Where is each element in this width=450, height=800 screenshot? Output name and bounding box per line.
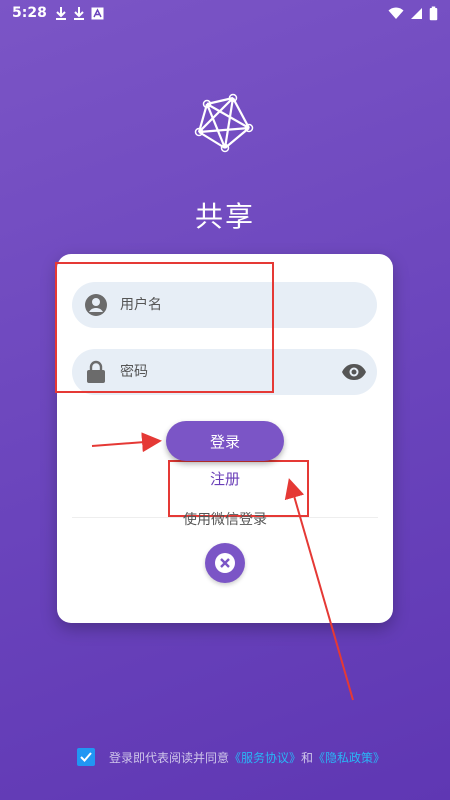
wifi-icon [388, 7, 404, 19]
service-agreement-link[interactable]: 《服务协议》 [229, 749, 301, 766]
eye-icon[interactable] [341, 360, 367, 384]
agreement-row: 登录即代表阅读并同意 《服务协议》 和 《隐私政策》 [77, 747, 437, 767]
check-icon [80, 752, 92, 762]
app-title: 共享 [194, 200, 255, 233]
wechat-login-link[interactable]: 使用微信登录 [150, 509, 300, 529]
status-time: 5:28 [12, 5, 47, 21]
login-button[interactable]: 登录 [166, 421, 284, 461]
agreement-prefix: 登录即代表阅读并同意 [109, 750, 230, 765]
signal-icon [411, 7, 422, 19]
close-icon [215, 553, 235, 573]
agreement-and: 和 [301, 750, 314, 765]
privacy-policy-link[interactable]: 《隐私政策》 [313, 749, 385, 766]
annotation-box-credentials [55, 262, 274, 393]
download-icon [73, 7, 84, 20]
agreement-checkbox[interactable] [77, 748, 95, 766]
network-graph-icon [194, 93, 254, 153]
download-icon [55, 7, 66, 20]
status-right [388, 6, 438, 21]
status-notification-icons [55, 6, 104, 20]
status-bar: 5:28 [0, 0, 450, 26]
close-button[interactable] [205, 543, 245, 583]
text-icon [91, 7, 104, 19]
battery-icon [429, 6, 438, 20]
register-link[interactable]: 注册 [170, 468, 280, 489]
status-left: 5:28 [12, 5, 104, 21]
